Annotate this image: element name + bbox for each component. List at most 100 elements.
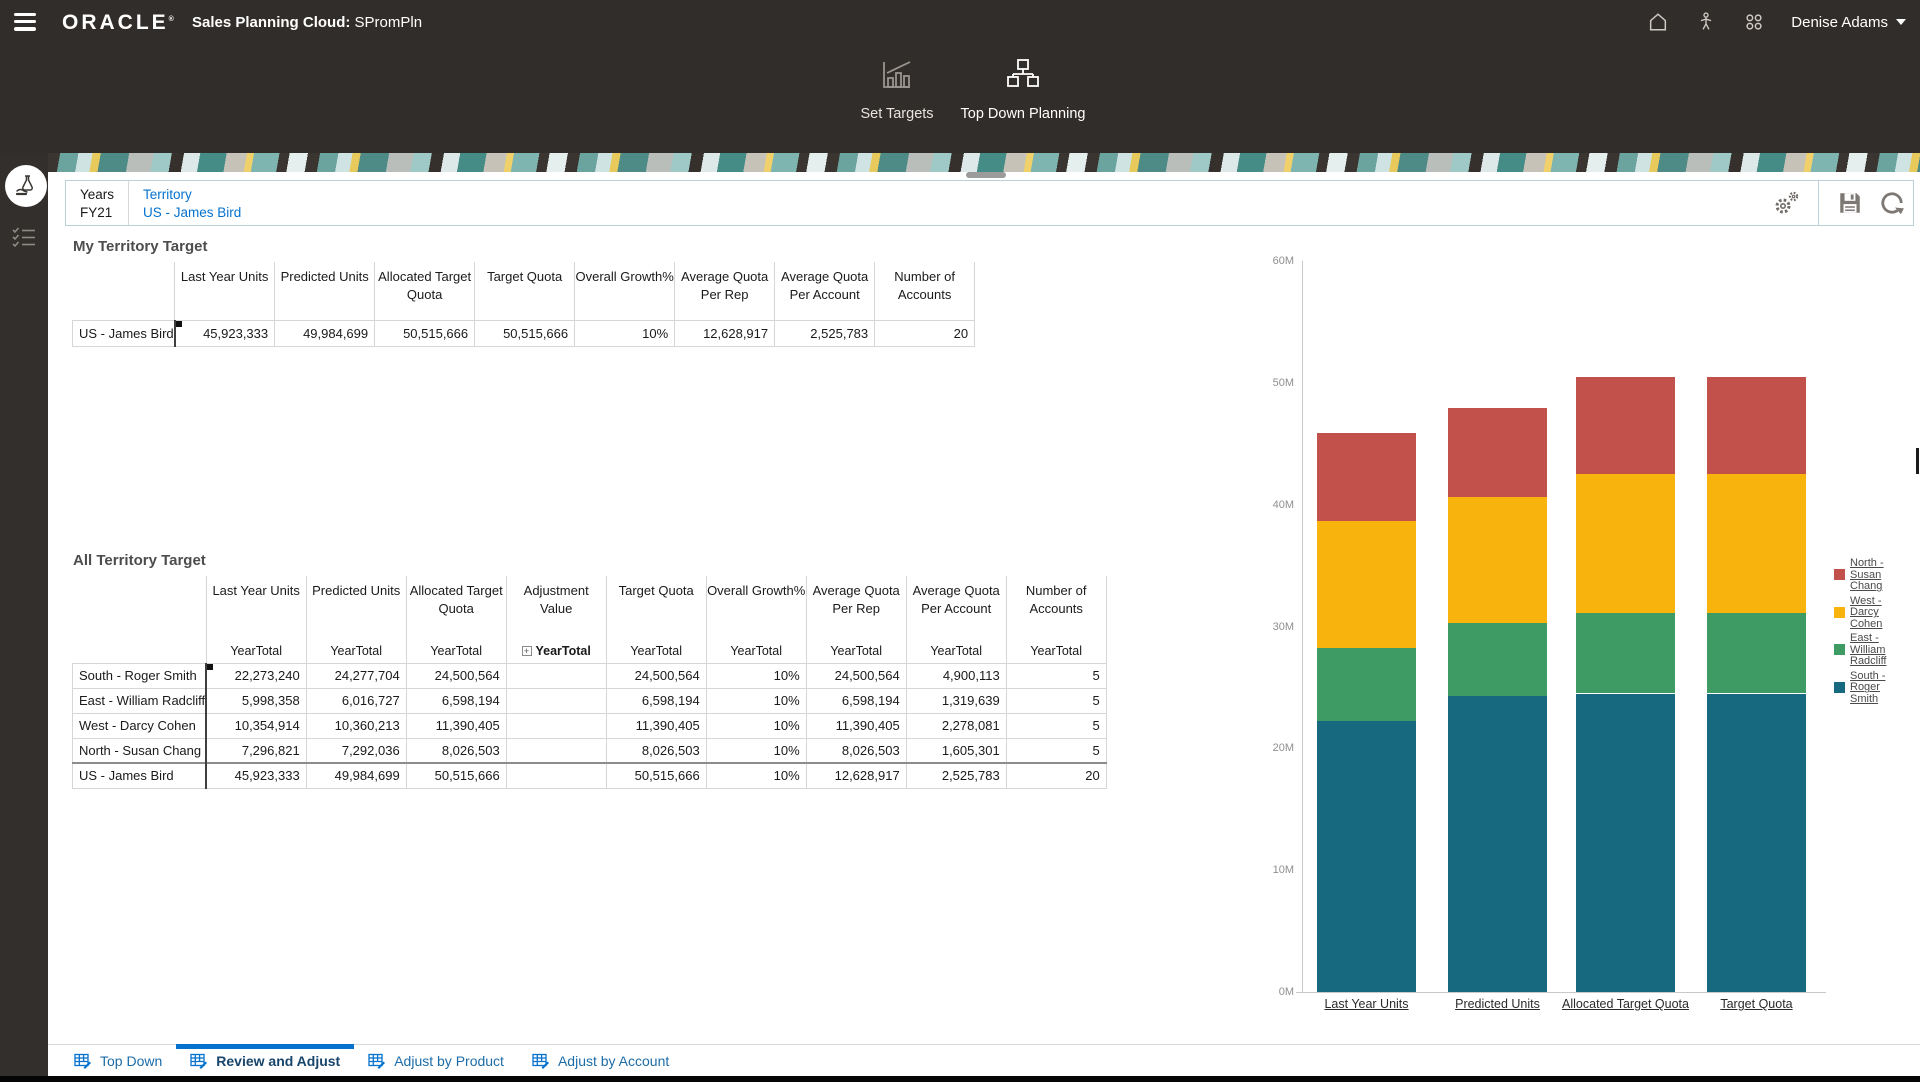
- legend-item[interactable]: North - Susan Chang: [1834, 558, 1910, 593]
- grid-cell[interactable]: 7,292,036: [306, 738, 406, 763]
- bar-segment[interactable]: [1317, 521, 1416, 647]
- x-category-label[interactable]: Target Quota: [1682, 997, 1832, 1011]
- tab-top-down[interactable]: Top Down: [60, 1045, 176, 1076]
- task-list-button[interactable]: [12, 227, 36, 249]
- row-header[interactable]: West - Darcy Cohen: [73, 713, 207, 738]
- grid-cell[interactable]: 10,360,213: [306, 713, 406, 738]
- row-header[interactable]: US - James Bird: [73, 320, 175, 346]
- column-header[interactable]: Number of AccountsYearTotal: [1006, 576, 1106, 663]
- bar-segment[interactable]: [1576, 377, 1675, 475]
- grid-cell[interactable]: 12,628,917: [806, 763, 906, 788]
- column-subheader[interactable]: YearTotal: [607, 644, 706, 658]
- column-header[interactable]: Adjustment Value+YearTotal: [506, 576, 606, 663]
- grid-cell[interactable]: 8,026,503: [806, 738, 906, 763]
- tab-adjust-by-product[interactable]: Adjust by Product: [354, 1045, 518, 1076]
- tab-adjust-by-account[interactable]: Adjust by Account: [518, 1045, 683, 1076]
- grid-cell[interactable]: 10%: [706, 663, 806, 688]
- column-header[interactable]: Last Year Units: [175, 262, 275, 320]
- column-header[interactable]: Target Quota: [475, 262, 575, 320]
- column-subheader[interactable]: YearTotal: [907, 644, 1006, 658]
- column-header[interactable]: Allocated Target QuotaYearTotal: [406, 576, 506, 663]
- grid-cell[interactable]: 5: [1006, 688, 1106, 713]
- bar-segment[interactable]: [1707, 377, 1806, 475]
- grid-cell[interactable]: 24,500,564: [606, 663, 706, 688]
- grid-cell[interactable]: 2,525,783: [775, 320, 875, 346]
- bar-segment[interactable]: [1317, 433, 1416, 522]
- grid-cell[interactable]: 11,390,405: [606, 713, 706, 738]
- grid-cell[interactable]: [506, 738, 606, 763]
- bar-segment[interactable]: [1707, 694, 1806, 992]
- grid-cell[interactable]: 10%: [706, 688, 806, 713]
- grid-cell[interactable]: [506, 713, 606, 738]
- bar-segment[interactable]: [1317, 648, 1416, 721]
- grid-cell[interactable]: 11,390,405: [406, 713, 506, 738]
- bar-segment[interactable]: [1448, 497, 1547, 623]
- grid-cell[interactable]: 10,354,914: [206, 713, 306, 738]
- column-subheader[interactable]: +YearTotal: [507, 644, 606, 658]
- grid-cell[interactable]: [506, 663, 606, 688]
- column-header[interactable]: Last Year UnitsYearTotal: [206, 576, 306, 663]
- grid-cell[interactable]: 24,277,704: [306, 663, 406, 688]
- column-header[interactable]: Number of Accounts: [875, 262, 975, 320]
- save-icon[interactable]: [1835, 188, 1865, 218]
- grid-cell[interactable]: 49,984,699: [275, 320, 375, 346]
- grid-cell[interactable]: 2,278,081: [906, 713, 1006, 738]
- grid-cell[interactable]: 1,605,301: [906, 738, 1006, 763]
- apps-grid-icon[interactable]: [1743, 11, 1765, 33]
- column-header[interactable]: Overall Growth%: [575, 262, 675, 320]
- refresh-icon[interactable]: [1877, 188, 1907, 218]
- grid-cell[interactable]: 20: [875, 320, 975, 346]
- row-header[interactable]: North - Susan Chang: [73, 738, 207, 763]
- grid-cell[interactable]: 24,500,564: [406, 663, 506, 688]
- home-icon[interactable]: [1647, 11, 1669, 33]
- accessibility-person-icon[interactable]: [1695, 11, 1717, 33]
- grid-cell[interactable]: 22,273,240: [206, 663, 306, 688]
- column-header[interactable]: Overall Growth%YearTotal: [706, 576, 806, 663]
- column-header[interactable]: Average Quota Per Account: [775, 262, 875, 320]
- column-subheader[interactable]: YearTotal: [407, 644, 506, 658]
- grid-cell[interactable]: [506, 763, 606, 788]
- pov-territory-label[interactable]: Territory: [143, 187, 241, 202]
- grid-cell[interactable]: 20: [1006, 763, 1106, 788]
- row-header[interactable]: East - William Radcliff: [73, 688, 207, 713]
- column-header[interactable]: Average Quota Per Rep: [675, 262, 775, 320]
- grid-cell[interactable]: 6,598,194: [406, 688, 506, 713]
- grid-cell[interactable]: 6,598,194: [806, 688, 906, 713]
- panel-drag-handle[interactable]: [966, 172, 1006, 178]
- grid-cell[interactable]: 8,026,503: [606, 738, 706, 763]
- grid-cell[interactable]: 24,500,564: [806, 663, 906, 688]
- grid-cell[interactable]: 4,900,113: [906, 663, 1006, 688]
- grid-cell[interactable]: 1,319,639: [906, 688, 1006, 713]
- scrollbar-thumb[interactable]: [1916, 448, 1919, 474]
- grid-cell[interactable]: 8,026,503: [406, 738, 506, 763]
- bar-segment[interactable]: [1448, 623, 1547, 696]
- bar-segment[interactable]: [1576, 613, 1675, 693]
- grid-cell[interactable]: 5: [1006, 713, 1106, 738]
- column-header[interactable]: Average Quota Per AccountYearTotal: [906, 576, 1006, 663]
- grid-cell[interactable]: 7,296,821: [206, 738, 306, 763]
- bar-segment[interactable]: [1448, 696, 1547, 992]
- bar-segment[interactable]: [1707, 474, 1806, 613]
- grid-cell[interactable]: 50,515,666: [606, 763, 706, 788]
- grid-cell[interactable]: 11,390,405: [806, 713, 906, 738]
- column-subheader[interactable]: YearTotal: [807, 644, 906, 658]
- grid-cell[interactable]: 10%: [706, 713, 806, 738]
- sidebar-active-task-button[interactable]: [5, 165, 47, 207]
- row-header[interactable]: US - James Bird: [73, 763, 207, 788]
- hamburger-menu-icon[interactable]: [14, 13, 36, 31]
- legend-item[interactable]: West - Darcy Cohen: [1834, 596, 1910, 631]
- grid-cell[interactable]: 50,515,666: [475, 320, 575, 346]
- grid-cell[interactable]: 6,016,727: [306, 688, 406, 713]
- grid-cell[interactable]: 5: [1006, 663, 1106, 688]
- grid-cell[interactable]: 50,515,666: [406, 763, 506, 788]
- bar-segment[interactable]: [1576, 694, 1675, 992]
- column-subheader[interactable]: YearTotal: [307, 644, 406, 658]
- x-category-label[interactable]: Allocated Target Quota: [1551, 997, 1701, 1011]
- pov-territory-value[interactable]: US - James Bird: [143, 205, 241, 220]
- column-header[interactable]: Predicted Units: [275, 262, 375, 320]
- legend-item[interactable]: South - Roger Smith: [1834, 671, 1910, 706]
- x-category-label[interactable]: Last Year Units: [1292, 997, 1442, 1011]
- column-header[interactable]: Allocated Target Quota: [375, 262, 475, 320]
- bar-segment[interactable]: [1707, 613, 1806, 693]
- column-header[interactable]: Average Quota Per RepYearTotal: [806, 576, 906, 663]
